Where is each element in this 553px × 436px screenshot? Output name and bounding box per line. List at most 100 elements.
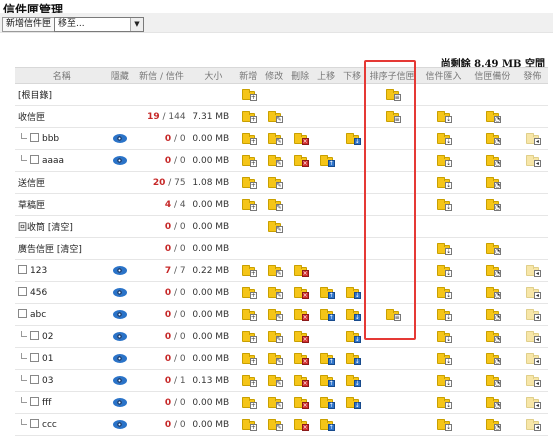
folder-backup-icon[interactable]: ◔ bbox=[485, 177, 501, 189]
folder-edit-icon[interactable]: ✎ bbox=[267, 265, 283, 277]
folder-import-icon[interactable]: ⇣ bbox=[436, 177, 452, 189]
folder-import-icon[interactable]: ⇣ bbox=[436, 287, 452, 299]
folder-checkbox[interactable] bbox=[18, 265, 27, 274]
eye-icon[interactable] bbox=[112, 353, 127, 363]
folder-delete-icon[interactable]: × bbox=[293, 265, 309, 277]
folder-edit-icon[interactable]: ✎ bbox=[267, 221, 283, 233]
eye-icon[interactable] bbox=[112, 265, 127, 275]
folder-name[interactable]: 03 bbox=[42, 376, 53, 386]
folder-publish-icon[interactable]: ◂ bbox=[525, 155, 541, 167]
folder-name[interactable]: [根目錄] bbox=[18, 91, 52, 101]
folder-import-icon[interactable]: ⇣ bbox=[436, 243, 452, 255]
folder-add-icon[interactable]: + bbox=[241, 133, 257, 145]
folder-delete-icon[interactable]: × bbox=[293, 133, 309, 145]
folder-import-icon[interactable]: ⇣ bbox=[436, 309, 452, 321]
folder-up-icon[interactable]: ↑ bbox=[319, 309, 335, 321]
folder-checkbox[interactable] bbox=[30, 419, 39, 428]
folder-backup-icon[interactable]: ◔ bbox=[485, 133, 501, 145]
folder-add-icon[interactable]: + bbox=[241, 89, 257, 101]
folder-checkbox[interactable] bbox=[18, 309, 27, 318]
eye-icon[interactable] bbox=[112, 287, 127, 297]
folder-down-icon[interactable]: ↓ bbox=[345, 133, 361, 145]
folder-down-icon[interactable]: ↓ bbox=[345, 287, 361, 299]
folder-down-icon[interactable]: ↓ bbox=[345, 375, 361, 387]
eye-icon[interactable] bbox=[112, 375, 127, 385]
folder-delete-icon[interactable]: × bbox=[293, 155, 309, 167]
folder-edit-icon[interactable]: ✎ bbox=[267, 199, 283, 211]
folder-add-icon[interactable]: + bbox=[241, 375, 257, 387]
folder-delete-icon[interactable]: × bbox=[293, 353, 309, 365]
folder-up-icon[interactable]: ↑ bbox=[319, 397, 335, 409]
folder-backup-icon[interactable]: ◔ bbox=[485, 265, 501, 277]
folder-publish-icon[interactable]: ◂ bbox=[525, 287, 541, 299]
eye-icon[interactable] bbox=[112, 155, 127, 165]
folder-edit-icon[interactable]: ✎ bbox=[267, 331, 283, 343]
folder-name[interactable]: aaaa bbox=[42, 156, 64, 166]
eye-icon[interactable] bbox=[112, 397, 127, 407]
folder-name[interactable]: bbb bbox=[42, 134, 59, 144]
folder-import-icon[interactable]: ⇣ bbox=[436, 155, 452, 167]
folder-delete-icon[interactable]: × bbox=[293, 331, 309, 343]
folder-checkbox[interactable] bbox=[30, 375, 39, 384]
folder-publish-icon[interactable]: ◂ bbox=[525, 133, 541, 145]
folder-edit-icon[interactable]: ✎ bbox=[267, 287, 283, 299]
folder-checkbox[interactable] bbox=[30, 397, 39, 406]
folder-publish-icon[interactable]: ◂ bbox=[525, 397, 541, 409]
folder-name[interactable]: ccc bbox=[42, 420, 57, 430]
folder-publish-icon[interactable]: ◂ bbox=[525, 331, 541, 343]
folder-sort-icon[interactable]: ≡ bbox=[385, 89, 401, 101]
folder-import-icon[interactable]: ⇣ bbox=[436, 375, 452, 387]
folder-up-icon[interactable]: ↑ bbox=[319, 155, 335, 167]
folder-down-icon[interactable]: ↓ bbox=[345, 331, 361, 343]
folder-name[interactable]: 送信匣 bbox=[18, 179, 45, 189]
folder-add-icon[interactable]: + bbox=[241, 155, 257, 167]
folder-backup-icon[interactable]: ◔ bbox=[485, 353, 501, 365]
folder-backup-icon[interactable]: ◔ bbox=[485, 309, 501, 321]
folder-backup-icon[interactable]: ◔ bbox=[485, 331, 501, 343]
folder-down-icon[interactable]: ↓ bbox=[345, 397, 361, 409]
folder-edit-icon[interactable]: ✎ bbox=[267, 133, 283, 145]
folder-backup-icon[interactable]: ◔ bbox=[485, 111, 501, 123]
folder-name[interactable]: 廣告信匣 [清空] bbox=[18, 245, 82, 255]
folder-up-icon[interactable]: ↑ bbox=[319, 375, 335, 387]
folder-backup-icon[interactable]: ◔ bbox=[485, 287, 501, 299]
folder-checkbox[interactable] bbox=[30, 353, 39, 362]
folder-add-icon[interactable]: + bbox=[241, 309, 257, 321]
new-folder-button[interactable]: 新增信件匣 bbox=[2, 17, 56, 32]
eye-icon[interactable] bbox=[112, 331, 127, 341]
folder-add-icon[interactable]: + bbox=[241, 199, 257, 211]
folder-publish-icon[interactable]: ◂ bbox=[525, 265, 541, 277]
folder-add-icon[interactable]: + bbox=[241, 397, 257, 409]
folder-delete-icon[interactable]: × bbox=[293, 419, 309, 431]
folder-down-icon[interactable]: ↓ bbox=[345, 353, 361, 365]
folder-checkbox[interactable] bbox=[30, 331, 39, 340]
folder-edit-icon[interactable]: ✎ bbox=[267, 397, 283, 409]
folder-publish-icon[interactable]: ◂ bbox=[525, 375, 541, 387]
folder-edit-icon[interactable]: ✎ bbox=[267, 155, 283, 167]
folder-delete-icon[interactable]: × bbox=[293, 397, 309, 409]
folder-backup-icon[interactable]: ◔ bbox=[485, 375, 501, 387]
folder-name[interactable]: fff bbox=[42, 398, 51, 408]
folder-edit-icon[interactable]: ✎ bbox=[267, 111, 283, 123]
folder-backup-icon[interactable]: ◔ bbox=[485, 397, 501, 409]
folder-checkbox[interactable] bbox=[30, 155, 39, 164]
folder-delete-icon[interactable]: × bbox=[293, 375, 309, 387]
folder-delete-icon[interactable]: × bbox=[293, 287, 309, 299]
folder-name[interactable]: 草稿匣 bbox=[18, 201, 45, 211]
folder-name[interactable]: 01 bbox=[42, 354, 53, 364]
folder-up-icon[interactable]: ↑ bbox=[319, 419, 335, 431]
folder-sort-icon[interactable]: ≡ bbox=[385, 111, 401, 123]
folder-sort-icon[interactable]: ≡ bbox=[385, 309, 401, 321]
folder-publish-icon[interactable]: ◂ bbox=[525, 419, 541, 431]
folder-up-icon[interactable]: ↑ bbox=[319, 353, 335, 365]
folder-publish-icon[interactable]: ◂ bbox=[525, 353, 541, 365]
folder-up-icon[interactable]: ↑ bbox=[319, 287, 335, 299]
folder-backup-icon[interactable]: ◔ bbox=[485, 199, 501, 211]
folder-down-icon[interactable]: ↓ bbox=[345, 309, 361, 321]
folder-backup-icon[interactable]: ◔ bbox=[485, 243, 501, 255]
folder-add-icon[interactable]: + bbox=[241, 287, 257, 299]
folder-checkbox[interactable] bbox=[18, 287, 27, 296]
folder-edit-icon[interactable]: ✎ bbox=[267, 419, 283, 431]
folder-add-icon[interactable]: + bbox=[241, 177, 257, 189]
folder-add-icon[interactable]: + bbox=[241, 419, 257, 431]
